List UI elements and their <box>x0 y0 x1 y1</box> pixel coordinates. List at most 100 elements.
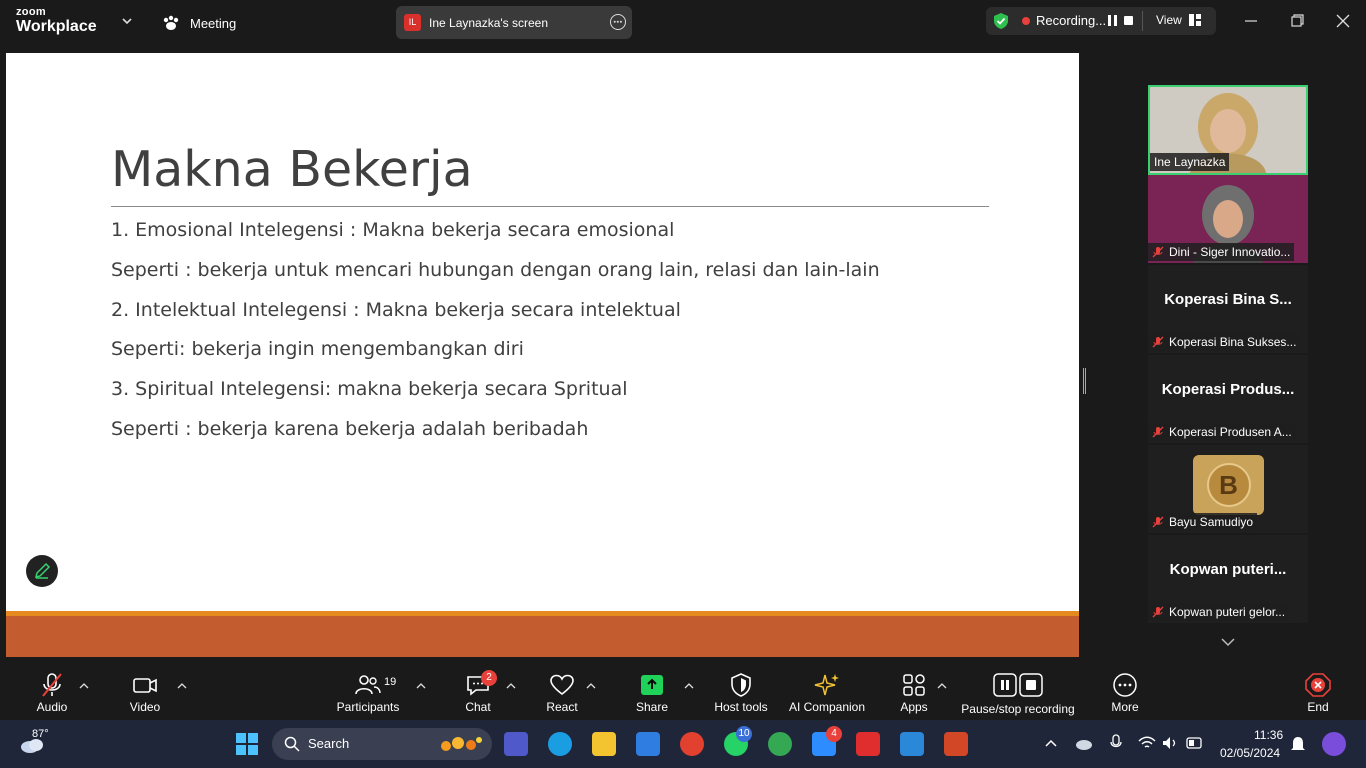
file-explorer-icon[interactable] <box>592 732 616 756</box>
search-icon <box>284 736 300 752</box>
onedrive-icon[interactable] <box>1074 736 1094 750</box>
participant-name: Dini - Siger Innovatio... <box>1148 243 1295 261</box>
edge-icon[interactable] <box>548 732 572 756</box>
chevron-up-icon[interactable] <box>416 682 426 689</box>
slide-line: Seperti: bekerja ingin mengembangkan dir… <box>111 338 524 360</box>
search-placeholder: Search <box>308 736 350 751</box>
participant-tile[interactable]: B Bayu Samudiyo <box>1148 445 1308 533</box>
shield-check-icon[interactable] <box>992 12 1010 30</box>
avatar-letter: B <box>1206 463 1251 507</box>
view-button[interactable]: View <box>1156 13 1201 27</box>
zoom-badge: 4 <box>826 726 842 742</box>
chevron-up-icon[interactable] <box>586 682 596 689</box>
stop-icon[interactable] <box>1124 16 1133 25</box>
more-button[interactable]: More <box>1098 660 1152 720</box>
participant-name: Koperasi Bina Sukses... <box>1148 333 1301 351</box>
chrome-profile-icon[interactable] <box>768 732 792 756</box>
react-label: React <box>546 700 578 714</box>
mic-muted-icon <box>1152 516 1164 528</box>
video-button[interactable]: Video <box>115 660 175 720</box>
chevron-up-icon[interactable] <box>177 682 187 689</box>
slide-line: 2. Intelektual Intelegensi : Makna beker… <box>111 299 681 321</box>
participant-tile[interactable]: Kopwan puteri... Kopwan puteri gelor... <box>1148 535 1308 623</box>
end-meeting-button[interactable]: End <box>1296 660 1340 720</box>
windows-start-icon[interactable] <box>236 733 258 755</box>
brand-small: zoom <box>16 6 46 18</box>
participant-name: Bayu Samudiyo <box>1148 513 1258 531</box>
react-button[interactable]: React <box>534 660 590 720</box>
sparkle-icon <box>814 674 839 696</box>
slide-line: 1. Emosional Intelegensi : Makna bekerja… <box>111 219 675 241</box>
splitter-handle[interactable] <box>1083 368 1086 394</box>
paw-icon <box>163 15 179 30</box>
audio-button[interactable]: Audio <box>22 660 82 720</box>
restore-icon[interactable] <box>1287 12 1307 30</box>
participant-display-name: Koperasi Produs... <box>1161 381 1295 398</box>
chevron-up-icon[interactable] <box>937 682 947 689</box>
host-tools-button[interactable]: Host tools <box>710 660 772 720</box>
heart-icon <box>550 674 574 696</box>
video-camera-icon <box>133 678 157 693</box>
chevron-up-icon[interactable] <box>1044 738 1058 748</box>
chat-badge: 2 <box>481 670 497 686</box>
microphone-icon[interactable] <box>1110 734 1122 752</box>
whatsapp-icon[interactable]: 10 <box>724 726 752 756</box>
recording-label: Recording... <box>1036 13 1107 28</box>
recording-indicator: Recording... View <box>986 7 1216 35</box>
chrome-icon[interactable] <box>680 732 704 756</box>
chat-button[interactable]: 2 Chat <box>450 660 506 720</box>
chevron-up-icon[interactable] <box>79 682 89 689</box>
annotate-pen-button[interactable] <box>26 555 58 587</box>
slide-line: 3. Spiritual Intelegensi: makna bekerja … <box>111 378 628 400</box>
meeting-button[interactable]: Meeting <box>162 12 236 34</box>
teams-icon[interactable] <box>504 732 528 756</box>
copilot-icon[interactable] <box>1322 732 1346 756</box>
apps-button[interactable]: Apps <box>888 660 940 720</box>
participant-tile[interactable]: Dini - Siger Innovatio... <box>1148 175 1308 263</box>
paint-icon[interactable] <box>900 732 924 756</box>
participant-tile[interactable]: Ine Laynazka <box>1148 85 1308 175</box>
participant-display-name: Koperasi Bina S... <box>1164 291 1292 308</box>
notification-bell-icon[interactable] <box>1290 735 1306 753</box>
pen-icon <box>34 562 51 579</box>
more-options-icon[interactable] <box>610 14 626 30</box>
volume-icon[interactable] <box>1162 736 1180 750</box>
ai-companion-button[interactable]: AI Companion <box>785 660 869 720</box>
pause-stop-label: Pause/stop recording <box>961 702 1075 716</box>
pause-icon[interactable] <box>1108 15 1118 26</box>
powerpoint-icon[interactable] <box>944 732 968 756</box>
slide-title: Makna Bekerja <box>111 141 473 198</box>
more-icon <box>1113 673 1137 697</box>
battery-icon[interactable] <box>1186 737 1204 749</box>
chevron-up-icon[interactable] <box>506 682 516 689</box>
taskbar-search-box[interactable]: Search <box>272 728 492 760</box>
mail-icon[interactable] <box>636 732 660 756</box>
share-screen-icon <box>641 675 663 695</box>
participant-tile[interactable]: Koperasi Bina S... Koperasi Bina Sukses.… <box>1148 265 1308 353</box>
title-underline <box>111 206 989 207</box>
zoom-logo: zoom Workplace <box>16 7 97 35</box>
pdf-reader-icon[interactable] <box>856 732 880 756</box>
meeting-label: Meeting <box>190 15 237 31</box>
participants-button[interactable]: 19 Participants <box>330 660 406 720</box>
host-tools-label: Host tools <box>714 700 768 714</box>
avatar: B <box>1193 455 1264 515</box>
chevron-down-icon[interactable] <box>1220 636 1236 648</box>
zoom-app-icon[interactable]: 4 <box>812 726 842 756</box>
participant-tile[interactable]: Koperasi Produs... Koperasi Produsen A..… <box>1148 355 1308 443</box>
chevron-up-icon[interactable] <box>684 682 694 689</box>
whatsapp-badge: 10 <box>736 726 752 742</box>
screen-share-indicator[interactable]: IL Ine Laynazka's screen <box>396 6 632 39</box>
apps-label: Apps <box>900 700 928 714</box>
share-screen-button[interactable]: Share <box>624 660 680 720</box>
minimize-icon[interactable] <box>1241 12 1261 30</box>
participants-label: Participants <box>336 700 400 714</box>
clock-time[interactable]: 11:36 <box>1254 728 1283 742</box>
chevron-down-icon[interactable] <box>120 14 134 28</box>
wifi-icon[interactable] <box>1138 736 1156 750</box>
video-label: Video <box>129 700 161 714</box>
clock-date[interactable]: 02/05/2024 <box>1220 746 1280 760</box>
pause-stop-recording-button[interactable]: Pause/stop recording <box>958 660 1078 720</box>
close-icon[interactable] <box>1333 12 1353 30</box>
mic-muted-icon <box>1152 336 1164 348</box>
